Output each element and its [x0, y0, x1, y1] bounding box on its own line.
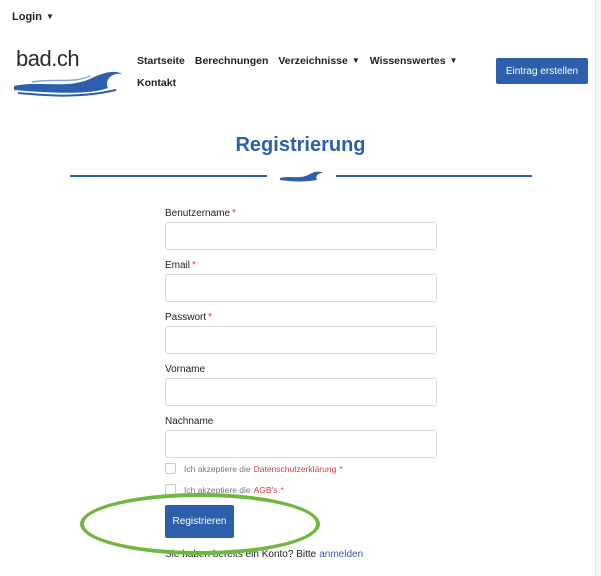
login-hint: Sie haben bereits ein Konto? Bitte anmeld… — [165, 549, 363, 560]
username-label: Benutzername * — [165, 208, 236, 219]
nav-item-berechnungen[interactable]: Berechnungen — [195, 55, 269, 67]
divider-line — [70, 175, 267, 177]
login-menu[interactable]: Login ▼ — [12, 11, 54, 23]
lastname-field-group: Nachname — [165, 416, 437, 458]
divider-line — [336, 175, 532, 177]
site-logo[interactable]: bad.ch — [12, 46, 124, 98]
firstname-input[interactable] — [165, 378, 437, 406]
password-label: Passwort * — [165, 312, 213, 323]
terms-link[interactable]: AGB's — [254, 485, 278, 495]
nav-item-verzeichnisse[interactable]: Verzeichnisse ▼ — [278, 55, 359, 67]
title-divider — [70, 164, 532, 188]
create-entry-button[interactable]: Eintrag erstellen — [496, 58, 588, 84]
page-title: Registrierung — [235, 134, 366, 156]
email-label: Email * — [165, 260, 196, 271]
wave-icon — [280, 171, 323, 182]
firstname-field-group: Vorname — [165, 364, 437, 406]
required-marker: * — [339, 463, 343, 474]
email-input[interactable] — [165, 274, 437, 302]
privacy-consent-text: Ich akzeptiere die — [184, 463, 251, 474]
register-button[interactable]: Registrieren — [165, 505, 234, 538]
terms-consent-text: Ich akzeptiere die — [184, 484, 251, 495]
password-input[interactable] — [165, 326, 437, 354]
firstname-label: Vorname — [165, 364, 206, 375]
lastname-input[interactable] — [165, 430, 437, 458]
nav-item-wissenswertes[interactable]: Wissenswertes ▼ — [370, 55, 458, 67]
login-hint-text: Sie haben bereits ein Konto? Bitte — [165, 549, 317, 560]
privacy-consent-row: Ich akzeptiere die Datenschutzerklärung … — [165, 463, 437, 474]
username-input[interactable] — [165, 222, 437, 250]
chevron-down-icon: ▼ — [45, 12, 54, 21]
chevron-down-icon: ▼ — [449, 56, 458, 65]
chevron-down-icon: ▼ — [351, 56, 360, 65]
terms-consent-row: Ich akzeptiere die AGB's * — [165, 484, 437, 495]
email-field-group: Email * — [165, 260, 437, 302]
login-label: Login — [12, 11, 42, 23]
nav-item-label: Verzeichnisse — [278, 55, 348, 67]
lastname-label: Nachname — [165, 416, 214, 427]
privacy-policy-link[interactable]: Datenschutzerklärung — [254, 464, 337, 474]
sign-in-link[interactable]: anmelden — [319, 549, 363, 560]
wave-icon — [14, 71, 122, 97]
nav-item-kontakt[interactable]: Kontakt — [137, 77, 176, 89]
nav-item-label: Wissenswertes — [369, 55, 446, 67]
password-field-group: Passwort * — [165, 312, 437, 354]
main-navigation: Startseite Berechnungen Verzeichnisse ▼ W… — [137, 54, 467, 98]
username-field-group: Benutzername * — [165, 208, 437, 250]
privacy-consent-checkbox[interactable] — [165, 463, 176, 474]
scrollbar-track[interactable] — [595, 0, 601, 576]
nav-item-startseite[interactable]: Startseite — [137, 55, 185, 67]
top-bar: Login ▼ — [0, 0, 601, 40]
site-header: bad.ch Startseite Berechnungen Verzeichn… — [0, 40, 601, 110]
required-marker: * — [280, 484, 284, 495]
terms-consent-checkbox[interactable] — [165, 484, 176, 495]
